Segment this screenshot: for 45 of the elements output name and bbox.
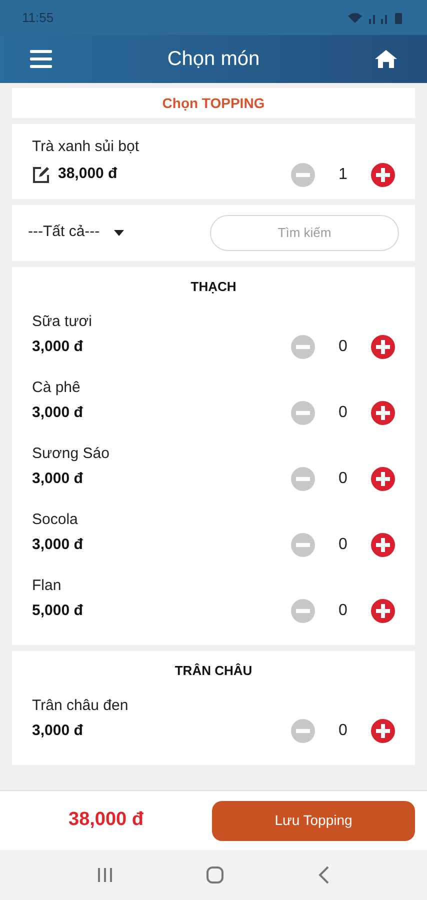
plus-icon[interactable] <box>371 532 395 556</box>
topping-name: Cà phê <box>32 378 82 398</box>
topping-price: 5,000 đ <box>32 601 83 621</box>
topping-name: Flan <box>32 576 62 596</box>
product-price: 38,000 đ <box>58 164 118 184</box>
home-icon[interactable] <box>375 49 397 69</box>
category-dropdown[interactable]: ---Tất cả--- <box>28 221 124 244</box>
topping-name: Trân châu đen <box>32 696 128 716</box>
home-button-icon[interactable] <box>206 866 224 884</box>
page-title: Chọn món <box>167 47 260 72</box>
topping-price: 3,000 đ <box>32 403 83 423</box>
topping-price: 3,000 đ <box>32 469 84 489</box>
quantity: 0 <box>338 720 348 740</box>
search-field[interactable]: Tìm kiếm <box>210 214 399 250</box>
topping-price: 3,000 đ <box>32 337 84 357</box>
topping-price: 3,000 đ <box>32 721 84 741</box>
caret-icon <box>114 230 124 236</box>
quantity: 0 <box>338 402 348 422</box>
status-time: 11:55 <box>22 8 54 27</box>
back-icon[interactable] <box>318 866 330 884</box>
product-name: Trà xanh sủi bọt <box>32 137 140 157</box>
plus-icon[interactable] <box>371 162 395 186</box>
topping-price: 3,000 đ <box>32 535 83 555</box>
recent-apps-icon[interactable] <box>96 867 113 883</box>
save-topping-button[interactable]: Lưu Topping <box>212 800 415 840</box>
plus-icon[interactable] <box>371 718 395 742</box>
quantity: 0 <box>338 600 348 620</box>
quantity: 0 <box>338 468 348 488</box>
status-icons <box>347 10 405 24</box>
edit-icon[interactable] <box>32 166 50 184</box>
topping-name: Sữa tươi <box>32 312 92 332</box>
plus-icon[interactable] <box>371 400 395 424</box>
quantity: 0 <box>338 336 348 356</box>
section-title: Chọn TOPPING <box>162 94 265 112</box>
quantity: 0 <box>338 534 348 554</box>
group-title: THẠCH <box>190 278 238 296</box>
plus-icon[interactable] <box>371 598 395 622</box>
plus-icon[interactable] <box>371 334 395 358</box>
topping-name: Sương Sáo <box>32 444 110 464</box>
plus-icon[interactable] <box>371 466 395 490</box>
group-title: TRÂN CHÂU <box>174 662 254 680</box>
menu-icon[interactable] <box>30 50 52 68</box>
quantity: 1 <box>338 164 348 184</box>
total-price: 38,000 đ <box>68 808 144 832</box>
topping-name: Socola <box>32 510 79 530</box>
